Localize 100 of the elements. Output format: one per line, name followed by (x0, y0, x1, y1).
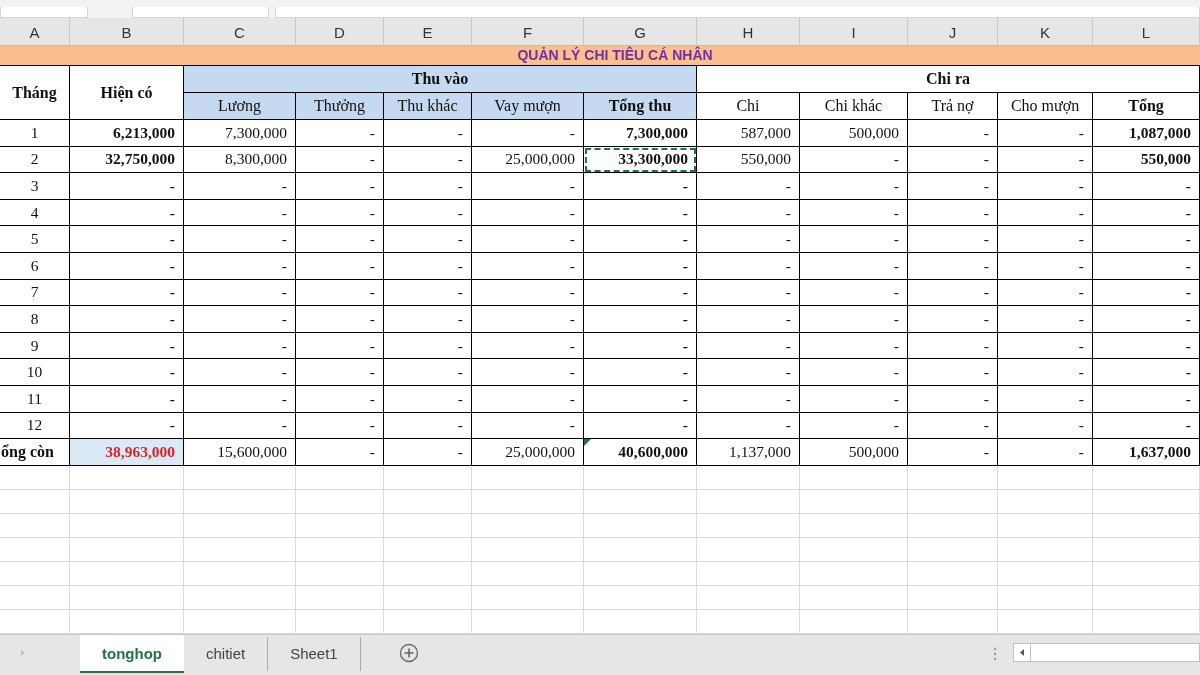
empty-cell[interactable] (1093, 561, 1200, 586)
empty-cell[interactable] (0, 489, 70, 514)
empty-cell[interactable] (998, 489, 1093, 514)
empty-cell[interactable] (697, 489, 800, 514)
column-header[interactable]: G (584, 18, 697, 45)
column-header[interactable]: H (697, 18, 800, 45)
empty-cell[interactable] (472, 537, 584, 562)
empty-cell[interactable] (184, 561, 296, 586)
empty-cell[interactable] (472, 465, 584, 490)
column-header[interactable]: L (1093, 18, 1200, 45)
empty-cell[interactable] (184, 465, 296, 490)
empty-cell[interactable] (0, 585, 70, 610)
empty-cell[interactable] (472, 489, 584, 514)
empty-cell[interactable] (697, 585, 800, 610)
column-header[interactable]: I (800, 18, 908, 45)
empty-cell[interactable] (1093, 585, 1200, 610)
empty-cell[interactable] (70, 561, 184, 586)
empty-cell[interactable] (697, 513, 800, 538)
column-header[interactable]: F (472, 18, 584, 45)
empty-cell[interactable] (800, 465, 908, 490)
column-header[interactable]: D (296, 18, 384, 45)
empty-cell[interactable] (584, 537, 697, 562)
empty-cell[interactable] (70, 465, 184, 490)
empty-cell[interactable] (908, 489, 998, 514)
empty-cell[interactable] (70, 513, 184, 538)
empty-cell[interactable] (384, 585, 472, 610)
empty-cell[interactable] (800, 585, 908, 610)
empty-cell[interactable] (0, 513, 70, 538)
empty-cell[interactable] (908, 537, 998, 562)
sheet-tab[interactable]: tonghop (80, 634, 184, 673)
empty-cell[interactable] (1093, 537, 1200, 562)
empty-cell[interactable] (800, 561, 908, 586)
empty-cell[interactable] (296, 465, 384, 490)
empty-cell[interactable] (584, 609, 697, 634)
column-header[interactable]: A (0, 18, 70, 45)
column-header[interactable]: B (70, 18, 184, 45)
column-header[interactable]: E (384, 18, 472, 45)
empty-cell[interactable] (472, 513, 584, 538)
empty-cell[interactable] (998, 537, 1093, 562)
empty-cell[interactable] (1093, 513, 1200, 538)
empty-cell[interactable] (384, 537, 472, 562)
empty-cell[interactable] (1093, 465, 1200, 490)
empty-cell[interactable] (800, 489, 908, 514)
empty-cell[interactable] (472, 585, 584, 610)
empty-cell[interactable] (0, 537, 70, 562)
empty-cell[interactable] (908, 561, 998, 586)
empty-cell[interactable] (0, 609, 70, 634)
empty-cell[interactable] (908, 585, 998, 610)
empty-cell[interactable] (0, 465, 70, 490)
column-header[interactable]: J (908, 18, 998, 45)
empty-cell[interactable] (1093, 609, 1200, 634)
add-sheet-icon[interactable] (398, 642, 419, 663)
empty-cell[interactable] (296, 585, 384, 610)
empty-cell[interactable] (296, 489, 384, 514)
formula-field[interactable] (275, 7, 1200, 18)
empty-cell[interactable] (800, 537, 908, 562)
empty-cell[interactable] (908, 609, 998, 634)
name-box[interactable] (0, 7, 88, 18)
empty-cell[interactable] (296, 513, 384, 538)
empty-cell[interactable] (584, 561, 697, 586)
horizontal-scrollbar[interactable] (1013, 642, 1200, 662)
empty-cell[interactable] (1093, 489, 1200, 514)
splitter-handle-icon[interactable] (993, 646, 997, 661)
empty-cell[interactable] (800, 609, 908, 634)
empty-cell[interactable] (998, 585, 1093, 610)
empty-cell[interactable] (70, 585, 184, 610)
empty-cell[interactable] (697, 537, 800, 562)
empty-cell[interactable] (184, 585, 296, 610)
empty-cell[interactable] (70, 609, 184, 634)
empty-cell[interactable] (384, 561, 472, 586)
empty-cell[interactable] (384, 609, 472, 634)
column-header[interactable]: K (998, 18, 1093, 45)
empty-cell[interactable] (184, 489, 296, 514)
sheet-tab[interactable]: chitiet (184, 636, 269, 671)
empty-cell[interactable] (70, 537, 184, 562)
empty-cell[interactable] (697, 465, 800, 490)
empty-cell[interactable] (184, 537, 296, 562)
empty-cell[interactable] (184, 609, 296, 634)
empty-cell[interactable] (908, 513, 998, 538)
empty-cell[interactable] (184, 513, 296, 538)
empty-cell[interactable] (998, 513, 1093, 538)
empty-cell[interactable] (472, 561, 584, 586)
function-box[interactable] (132, 7, 269, 18)
empty-cell[interactable] (998, 465, 1093, 490)
empty-cell[interactable] (697, 561, 800, 586)
empty-cell[interactable] (472, 609, 584, 634)
column-header[interactable]: C (184, 18, 296, 45)
empty-cell[interactable] (998, 561, 1093, 586)
empty-cell[interactable] (908, 465, 998, 490)
empty-cell[interactable] (0, 561, 70, 586)
empty-cell[interactable] (584, 489, 697, 514)
empty-cell[interactable] (70, 489, 184, 514)
empty-cell[interactable] (384, 465, 472, 490)
empty-cell[interactable] (296, 561, 384, 586)
empty-cell[interactable] (584, 513, 697, 538)
empty-cell[interactable] (800, 513, 908, 538)
empty-cell[interactable] (697, 609, 800, 634)
empty-cell[interactable] (384, 489, 472, 514)
empty-cell[interactable] (584, 465, 697, 490)
sheet-tab[interactable]: Sheet1 (268, 636, 361, 671)
